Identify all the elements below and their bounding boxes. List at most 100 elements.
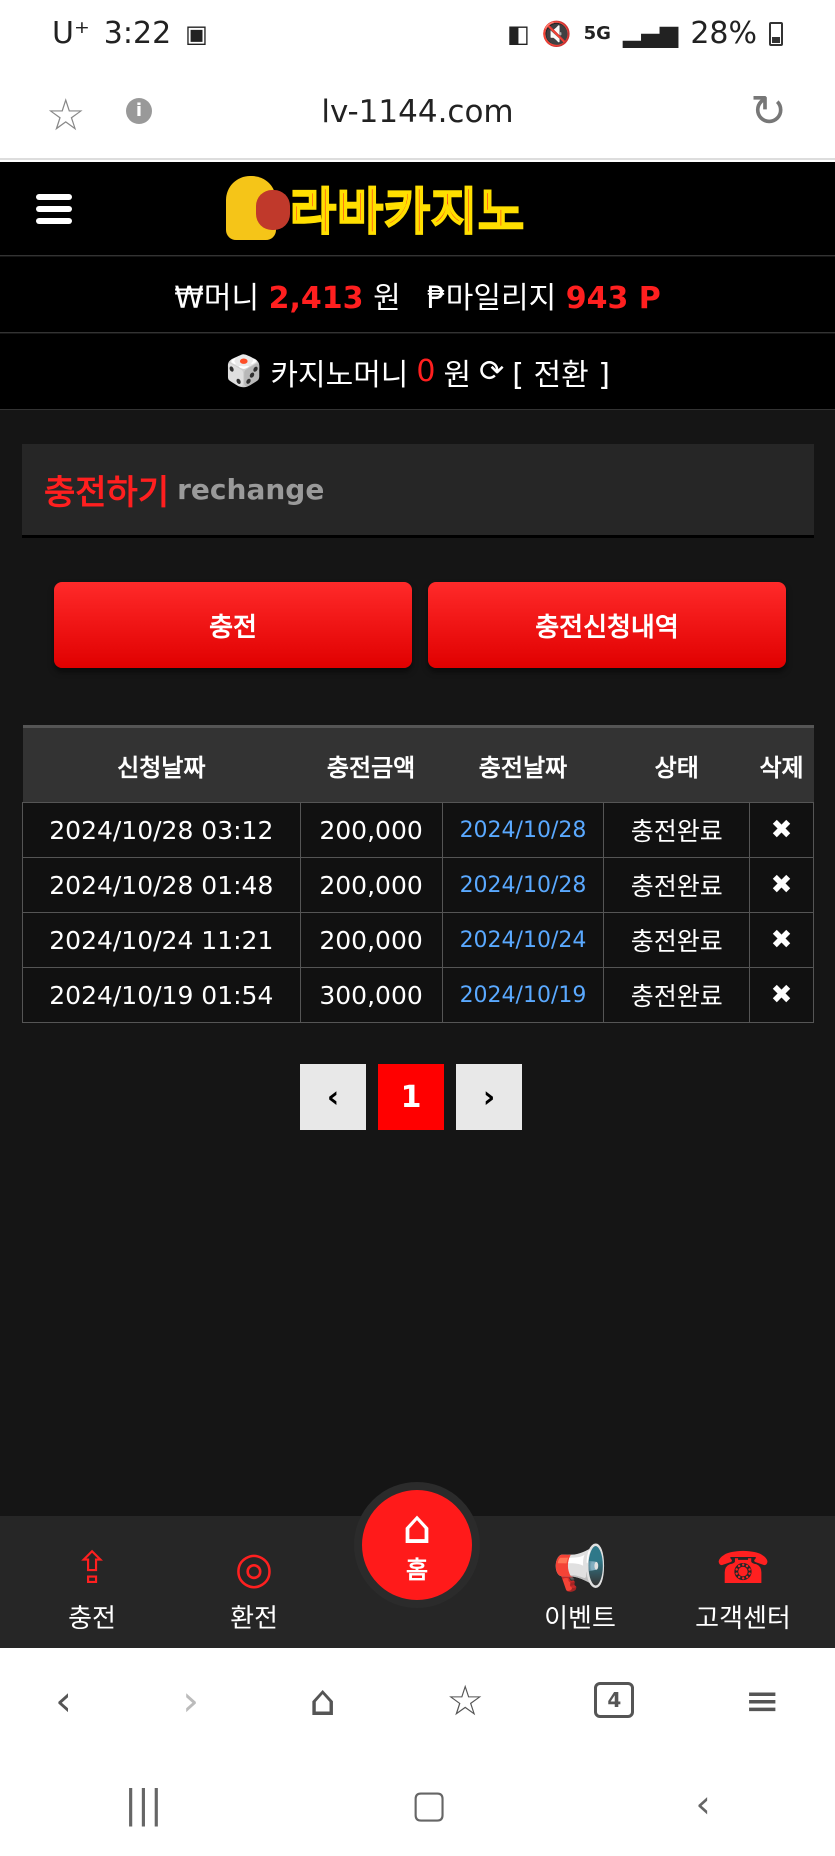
nav-event[interactable]: 📢 이벤트: [510, 1540, 650, 1635]
coins-hand-icon: ◎: [234, 1543, 274, 1594]
cell-amount: 300,000: [299, 967, 443, 1023]
gallery-icon: ▣: [185, 19, 208, 48]
home-system-icon[interactable]: ▢: [411, 1782, 447, 1826]
menu-icon[interactable]: [36, 194, 72, 226]
charge-history-table: 신청날짜 충전금액 충전날짜 상태 삭제 2024/10/28 03:12 20…: [22, 725, 814, 1023]
browser-url-bar: ☆ i lv-1144.com ↻: [0, 72, 835, 160]
cell-status: 충전완료: [603, 967, 751, 1023]
url-text[interactable]: lv-1144.com: [0, 94, 835, 130]
page-title-korean: 충전하기: [44, 473, 170, 513]
logo-text: 라바카지노: [289, 182, 525, 242]
cell-charge-date[interactable]: 2024/10/24: [441, 912, 605, 968]
megaphone-icon: 📢: [552, 1543, 608, 1594]
signal-icon: ▂▄▆: [622, 19, 679, 48]
delete-icon[interactable]: ✖: [749, 857, 814, 913]
nav-exchange[interactable]: ◎ 환전: [184, 1540, 324, 1635]
pagination: ‹ 1 ›: [300, 1064, 522, 1130]
table-row: 2024/10/28 01:48 200,000 2024/10/28 충전완료…: [22, 857, 814, 913]
nav-support[interactable]: ☎ 고객센터: [673, 1540, 813, 1635]
money-balance: ₩머니 2,413 원: [174, 273, 400, 317]
mileage-balance: ₱마일리지 943 P: [427, 273, 661, 317]
tabs-icon[interactable]: 4: [594, 1682, 635, 1718]
table-row: 2024/10/19 01:54 300,000 2024/10/19 충전완료…: [22, 967, 814, 1023]
col-amount: 충전금액: [300, 725, 443, 803]
reload-icon[interactable]: ↻: [750, 86, 787, 137]
col-delete: 삭제: [749, 725, 814, 803]
status-left: U⁺ 3:22 ▣: [52, 16, 208, 51]
browser-toolbar: ‹ › ⌂ ☆ 4 ≡: [0, 1648, 835, 1752]
nav-home[interactable]: ⌂ 홈: [354, 1482, 480, 1608]
forward-icon[interactable]: ›: [182, 1676, 199, 1725]
delete-icon[interactable]: ✖: [749, 967, 814, 1023]
status-bar: U⁺ 3:22 ▣ ◧ 🔇 5G ▂▄▆ 28%: [0, 0, 835, 72]
nav-home-label: 홈: [405, 1556, 429, 1584]
next-page-button[interactable]: ›: [456, 1064, 522, 1130]
casino-money-value: 0: [416, 354, 436, 389]
charge-button[interactable]: 충전: [54, 582, 412, 668]
battery-percent: 28%: [690, 16, 757, 51]
nav-exchange-label: 환전: [230, 1604, 278, 1634]
cell-request-date: 2024/10/19 01:54: [22, 967, 301, 1023]
status-right: ◧ 🔇 5G ▂▄▆ 28%: [507, 16, 783, 51]
larva-mascot-icon: [226, 176, 290, 240]
recent-apps-icon[interactable]: |||: [124, 1782, 162, 1826]
network-type: 5G: [583, 23, 611, 44]
balance-row: ₩머니 2,413 원 ₱마일리지 943 P: [0, 257, 835, 333]
site-logo[interactable]: 라바카지노: [226, 174, 525, 242]
cell-status: 충전완료: [603, 912, 751, 968]
cell-status: 충전완료: [603, 802, 751, 858]
money-label: ₩머니: [174, 280, 260, 316]
page-title: 충전하기 rechange: [22, 444, 814, 538]
bookmarks-icon[interactable]: ☆: [446, 1676, 484, 1725]
browser-menu-icon[interactable]: ≡: [745, 1676, 780, 1725]
cell-charge-date[interactable]: 2024/10/19: [441, 967, 605, 1023]
home-browser-icon[interactable]: ⌂: [309, 1676, 336, 1725]
col-charge-date: 충전날짜: [442, 725, 604, 803]
site-body: 라바카지노 ₩머니 2,413 원 ₱마일리지 943 P 🎲 카지노머니 0 …: [0, 162, 835, 1648]
site-bottom-nav: ⇪ 충전 ◎ 환전 ⌂ 홈 📢 이벤트 ☎ 고객센터: [0, 1482, 835, 1648]
back-system-icon[interactable]: ‹: [696, 1782, 711, 1826]
table-header-row: 신청날짜 충전금액 충전날짜 상태 삭제: [22, 725, 814, 803]
convert-button[interactable]: [ 전환 ]: [512, 350, 610, 394]
cell-request-date: 2024/10/28 03:12: [22, 802, 301, 858]
phone-24-icon: ☎: [715, 1543, 771, 1594]
mileage-label: ₱마일리지: [426, 280, 557, 316]
nav-support-label: 고객센터: [695, 1604, 791, 1634]
delete-icon[interactable]: ✖: [749, 912, 814, 968]
back-icon[interactable]: ‹: [55, 1676, 72, 1725]
cell-amount: 200,000: [299, 857, 443, 913]
cell-request-date: 2024/10/24 11:21: [22, 912, 301, 968]
nav-charge[interactable]: ⇪ 충전: [22, 1540, 162, 1635]
cell-amount: 200,000: [299, 802, 443, 858]
home-icon: ⌂: [402, 1500, 432, 1554]
col-status: 상태: [603, 725, 750, 803]
page-1-button[interactable]: 1: [378, 1064, 444, 1130]
prev-page-button[interactable]: ‹: [300, 1064, 366, 1130]
casino-money-unit: 원: [443, 357, 472, 393]
casino-money-label: 카지노머니: [270, 357, 409, 393]
dice-icon: 🎲: [225, 354, 263, 389]
charge-box-icon: ⇪: [73, 1543, 111, 1594]
system-nav-bar: ||| ▢ ‹: [0, 1752, 835, 1856]
cell-charge-date[interactable]: 2024/10/28: [441, 802, 605, 858]
cell-status: 충전완료: [603, 857, 751, 913]
table-row: 2024/10/28 03:12 200,000 2024/10/28 충전완료…: [22, 802, 814, 858]
cell-request-date: 2024/10/28 01:48: [22, 857, 301, 913]
col-request-date: 신청날짜: [22, 725, 301, 803]
delete-icon[interactable]: ✖: [749, 802, 814, 858]
cell-charge-date[interactable]: 2024/10/28: [441, 857, 605, 913]
mileage-value: 943 P: [565, 280, 661, 316]
nav-charge-label: 충전: [68, 1604, 116, 1634]
table-row: 2024/10/24 11:21 200,000 2024/10/24 충전완료…: [22, 912, 814, 968]
refresh-icon[interactable]: ⟳: [479, 354, 504, 389]
cell-amount: 200,000: [299, 912, 443, 968]
nfc-icon: ◧: [507, 19, 530, 48]
nav-event-label: 이벤트: [544, 1604, 616, 1634]
site-header: 라바카지노: [0, 162, 835, 256]
money-value: 2,413: [268, 280, 364, 316]
page-title-english: rechange: [177, 473, 325, 506]
mute-icon: 🔇: [541, 19, 572, 48]
charge-history-button[interactable]: 충전신청내역: [428, 582, 786, 668]
clock: 3:22: [103, 16, 172, 51]
money-unit: 원: [373, 280, 401, 316]
